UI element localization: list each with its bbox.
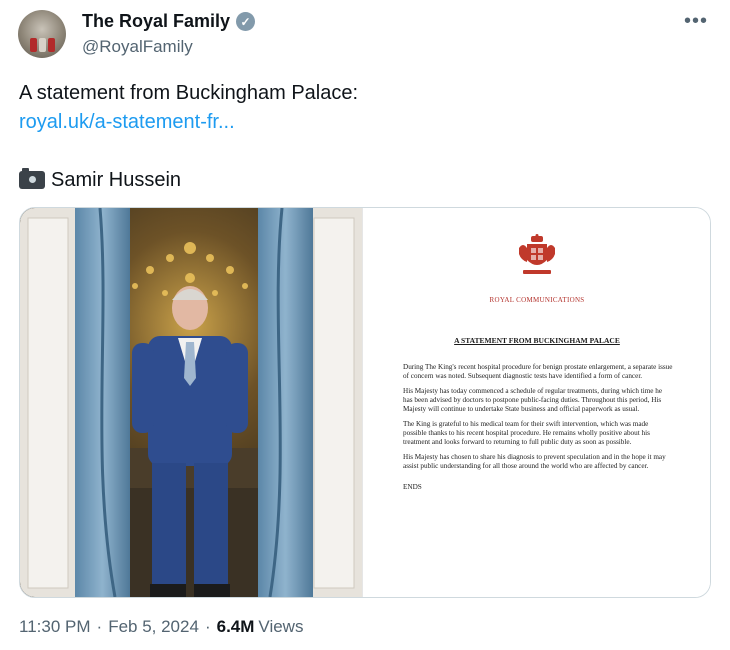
author-name-row: The Royal Family ✓ (82, 11, 256, 32)
document-ends: ENDS (403, 483, 422, 491)
author-display-name[interactable]: The Royal Family (82, 11, 230, 32)
meta-separator: · (96, 617, 103, 636)
photo-credit-name: Samir Hussein (51, 169, 182, 191)
more-options-icon[interactable]: ••• (684, 10, 708, 33)
tweet-media: ROYAL COMMUNICATIONS A STATEMENT FROM BU… (19, 207, 711, 598)
document-paragraph: His Majesty has chosen to share his diag… (403, 453, 666, 470)
tweet-meta: 11:30 PM · Feb 5, 2024 · 6.4M Views (19, 617, 303, 637)
tweet-text: A statement from Buckingham Palace: (19, 82, 359, 104)
document-title: A STATEMENT FROM BUCKINGHAM PALACE (454, 336, 620, 345)
document-heading: ROYAL COMMUNICATIONS (489, 296, 585, 304)
portrait-illustration (20, 208, 362, 597)
views-label: Views (258, 617, 304, 636)
document-paragraph: The King is grateful to his medical team… (403, 420, 650, 446)
meta-separator: · (204, 617, 211, 636)
statement-document[interactable]: ROYAL COMMUNICATIONS A STATEMENT FROM BU… (362, 208, 710, 597)
camera-icon (19, 168, 45, 189)
document-paragraph: His Majesty has today commenced a schedu… (403, 387, 663, 413)
tweet-time[interactable]: 11:30 PM (19, 617, 91, 637)
king-portrait-photo[interactable] (20, 208, 362, 597)
views-count: 6.4M (216, 617, 255, 636)
avatar-figure (48, 38, 55, 52)
royal-crest-icon (519, 234, 555, 274)
verified-badge-icon: ✓ (236, 12, 256, 31)
tweet-date[interactable]: Feb 5, 2024 (108, 617, 199, 637)
tweet-link[interactable]: royal.uk/a-statement-fr... (19, 108, 235, 136)
photo-credit: Samir Hussein (19, 166, 181, 194)
document-body: During The King's recent hospital proced… (403, 363, 673, 492)
avatar-figure (30, 38, 37, 52)
author-handle[interactable]: @RoyalFamily (82, 37, 193, 57)
author-avatar[interactable] (18, 10, 66, 58)
document-paragraph: During The King's recent hospital proced… (403, 363, 673, 380)
avatar-figure (39, 38, 46, 52)
